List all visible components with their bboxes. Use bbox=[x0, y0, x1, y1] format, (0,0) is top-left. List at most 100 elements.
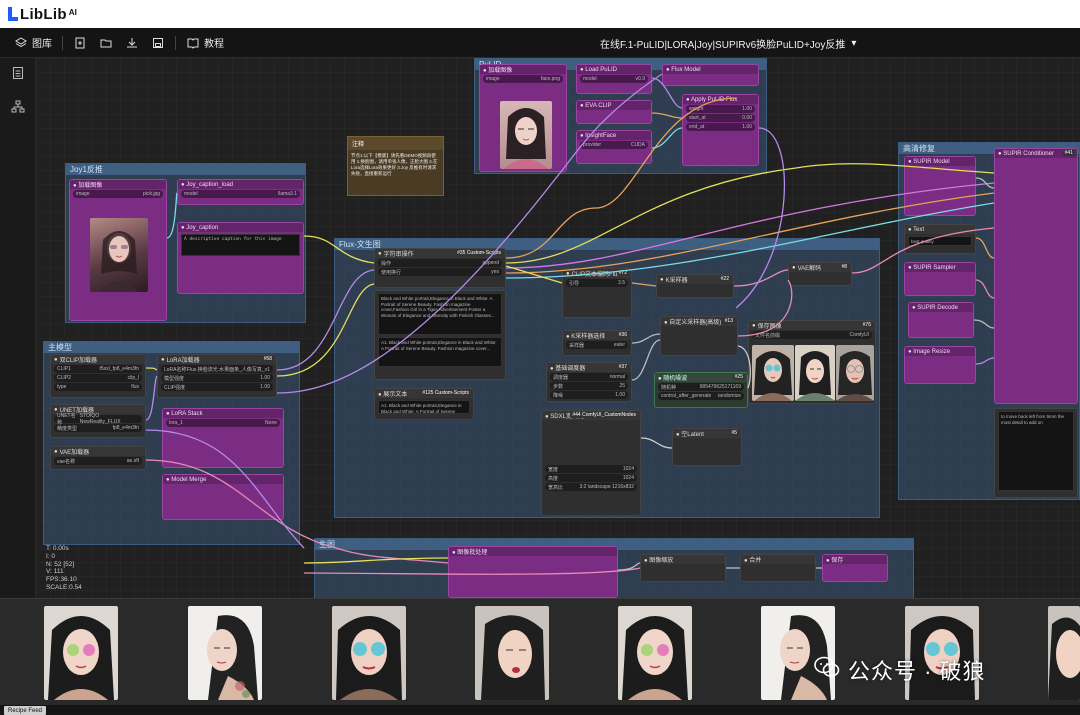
node-lora-stack[interactable]: ● LoRA Stack lora_1 None bbox=[162, 408, 284, 468]
node-supir-main[interactable]: #41 ● SUPIR Conditioner bbox=[994, 148, 1078, 404]
node-widget[interactable]: weight 1.00 bbox=[686, 105, 755, 113]
new-file-button[interactable] bbox=[67, 28, 93, 58]
node-id-badge: #37 bbox=[616, 364, 629, 370]
node-supir-4[interactable]: ● Image Resize bbox=[904, 346, 976, 384]
node-joy-caption-loader[interactable]: ● Joy_caption_load model llama3.1 bbox=[177, 179, 304, 205]
node-string-ops[interactable]: #35 Custom-Scripts ● 字符串操作 操作 append 使用换行… bbox=[374, 248, 506, 288]
node-title: 双CLIP加载器 bbox=[59, 358, 97, 364]
node-widget[interactable]: 使用换行 yes bbox=[378, 268, 502, 276]
liblib-logo[interactable]: LibLib AI bbox=[8, 6, 77, 23]
node-widget[interactable]: 精度类型 fp8_e4m3fn bbox=[54, 424, 142, 432]
node-widget[interactable]: CLIP强度 1.00 bbox=[161, 383, 273, 391]
node-bottom-3[interactable]: ● 合并 bbox=[740, 554, 816, 582]
node-apply-pulid[interactable]: ● Apply PuLID Flux weight 1.00 start_at 0.… bbox=[682, 94, 759, 166]
sidebar-docs-button[interactable] bbox=[0, 58, 36, 92]
node-bottom-4[interactable]: ● 保存 bbox=[822, 554, 888, 582]
node-widget[interactable]: type flux bbox=[54, 383, 142, 391]
node-eva-clip[interactable]: ● EVA CLIP bbox=[576, 100, 652, 124]
gallery-thumb[interactable] bbox=[618, 606, 692, 700]
node-joy-caption[interactable]: ● Joy_caption A descriptive caption for … bbox=[177, 222, 304, 294]
download-button[interactable] bbox=[119, 28, 145, 58]
prompt-input-2[interactable]: A1. Black and White portrait,Elegance in… bbox=[378, 337, 502, 367]
node-ksampler[interactable]: #22 ● K采样器 bbox=[656, 274, 734, 298]
node-widget[interactable]: LoRA名称 Flux.换脸流光.水果面条_人像写真_v1 bbox=[161, 365, 273, 373]
quality-input[interactable]: best quality bbox=[908, 236, 972, 246]
node-widget[interactable]: 宽度 1024 bbox=[545, 465, 637, 473]
node-sampler-select[interactable]: #36 ● K采样器选择 采样器 euler bbox=[562, 330, 632, 356]
node-widget[interactable]: model llama3.1 bbox=[181, 190, 300, 198]
node-pulid-loader[interactable]: ● Load PuLID model v0.9 bbox=[576, 64, 652, 94]
node-bottom-1[interactable]: ● 图像批处理 bbox=[448, 546, 618, 598]
node-id-badge: #72 bbox=[616, 270, 629, 276]
node-widget[interactable]: 宽高比 3:2 landscape 1216x832 bbox=[545, 483, 637, 491]
workflow-title-dropdown[interactable]: 在线F.1-PuLID|LORA|Joy|SUPIRv6换脸PuLID+Joy反… bbox=[600, 28, 856, 58]
node-widget[interactable]: 步数 25 bbox=[550, 382, 628, 390]
open-folder-button[interactable] bbox=[93, 28, 119, 58]
node-widget[interactable]: 高度 1024 bbox=[545, 474, 637, 482]
node-scheduler[interactable]: #37 ● 基础调度器 调度器 normal 步数 25 降噪 1.00 bbox=[546, 362, 632, 402]
recipe-feed-button[interactable]: Recipe Feed bbox=[4, 706, 47, 715]
node-save-image[interactable]: #76 ● 保存图像 文件名前缀 ComfyUI bbox=[748, 320, 876, 404]
node-clip-encode-flux[interactable]: #72 ● CLIP文本编码Flux 引导 3.5 bbox=[562, 268, 632, 318]
note-node[interactable]: 注释 节点1:以下【模版】请先看DEMO视频再使用 1.换脸图，请用单张人像，正… bbox=[347, 136, 444, 196]
gallery-thumb[interactable] bbox=[188, 606, 262, 700]
node-widget[interactable]: start_at 0.00 bbox=[686, 114, 755, 122]
node-custom-sampler-adv[interactable]: #13 ● 自定义采样器(高级) bbox=[660, 316, 738, 356]
node-widget[interactable]: CLIP1 t5xxl_fp8_e4m3fn bbox=[54, 365, 142, 373]
gallery-thumb[interactable] bbox=[475, 606, 549, 700]
node-prompt-text[interactable]: Black and White portrait,Elegance in Bla… bbox=[374, 290, 506, 380]
node-text-quality[interactable]: ● Text best quality bbox=[904, 224, 976, 254]
node-dual-clip[interactable]: ● 双CLIP加载器 CLIP1 t5xxl_fp8_e4m3fn CLIP2 cl… bbox=[50, 354, 146, 398]
node-widget[interactable]: provider CUDA bbox=[580, 141, 648, 149]
toolbar-divider bbox=[175, 35, 176, 50]
download-icon bbox=[125, 36, 139, 50]
prompt-input[interactable]: Black and White portrait,Elegance in Bla… bbox=[378, 293, 502, 335]
node-header: ● InsightFace bbox=[577, 131, 651, 140]
node-insightface[interactable]: ● InsightFace provider CUDA bbox=[576, 130, 652, 164]
node-random-noise[interactable]: #25 ● 随机噪波 随机种 985479625171169 control_af… bbox=[654, 372, 748, 408]
node-widget[interactable]: UNET名称 STOIQO NewReality_FLUX bbox=[54, 413, 142, 426]
node-widget[interactable]: lora_1 None bbox=[166, 419, 280, 427]
tutorial-button[interactable]: 教程 bbox=[180, 28, 230, 58]
workflow-canvas[interactable]: Joy1反推 ● 加载图像 image pick.jpg ● Joy_captio… bbox=[36, 58, 1080, 598]
node-widget[interactable]: 调度器 normal bbox=[550, 373, 628, 381]
node-supir-2[interactable]: ● SUPIR Sampler bbox=[904, 262, 976, 296]
node-widget[interactable]: 随机种 985479625171169 bbox=[658, 383, 744, 391]
node-widget[interactable]: 采样器 euler bbox=[566, 341, 628, 349]
node-vae-loader[interactable]: ● VAE加载器 vae名称 ae.sft bbox=[50, 446, 146, 470]
node-vae-decode[interactable]: #8 ● VAE解码 bbox=[788, 262, 852, 286]
node-face-image[interactable]: ● 加载图像 image face.png bbox=[479, 64, 567, 172]
node-widget[interactable]: vae名称 ae.sft bbox=[54, 457, 142, 465]
node-custom-latent[interactable]: #44 ComfyUI_CustomNodes ● SDXL宽高比 宽度 1024… bbox=[541, 410, 641, 516]
caption-output[interactable]: A descriptive caption for this image bbox=[181, 234, 300, 256]
node-model-merge[interactable]: ● Model Merge bbox=[162, 474, 284, 520]
gallery-thumb[interactable] bbox=[332, 606, 406, 700]
library-button[interactable]: 图库 bbox=[8, 28, 58, 58]
node-guider[interactable]: #5 ● 空Latent bbox=[672, 428, 742, 466]
node-widget[interactable]: 引导 3.5 bbox=[566, 279, 628, 287]
gallery-thumb[interactable] bbox=[44, 606, 118, 700]
node-output-text[interactable]: to move back left from 9mm the most deta… bbox=[994, 408, 1078, 498]
node-widget[interactable]: 操作 append bbox=[378, 259, 502, 267]
node-widget[interactable]: control_after_generate randomize bbox=[658, 392, 744, 400]
sidebar-nodes-button[interactable] bbox=[0, 92, 36, 126]
node-supir-1[interactable]: ● SUPIR Model bbox=[904, 156, 976, 216]
save-button[interactable] bbox=[145, 28, 171, 58]
gallery-thumb[interactable] bbox=[1048, 606, 1080, 700]
node-widget[interactable]: end_at 1.00 bbox=[686, 123, 755, 131]
node-widget[interactable]: 模型强度 1.00 bbox=[161, 374, 273, 382]
node-unet-loader[interactable]: ● UNET加载器 UNET名称 STOIQO NewReality_FLUX 精… bbox=[50, 404, 146, 438]
node-widget[interactable]: image pick.jpg bbox=[73, 190, 163, 198]
node-widget[interactable]: 降噪 1.00 bbox=[550, 391, 628, 399]
node-widget[interactable]: model v0.9 bbox=[580, 75, 648, 83]
node-title: 字符串操作 bbox=[383, 252, 414, 258]
node-lora-loader[interactable]: #58 ● LoRA加载器 LoRA名称 Flux.换脸流光.水果面条_人像写真_… bbox=[157, 354, 277, 398]
node-widget[interactable]: 文件名前缀 ComfyUI bbox=[752, 331, 872, 339]
node-supir-3[interactable]: ● SUPIR Decode bbox=[908, 302, 974, 338]
node-show-text[interactable]: #125 Custom-Scripts ● 展示文本 A1. Black and… bbox=[374, 388, 474, 420]
node-bottom-2[interactable]: ● 图像缩放 bbox=[640, 554, 726, 582]
node-model-loader[interactable]: ● Flux Model bbox=[662, 64, 759, 86]
node-load-image[interactable]: ● 加载图像 image pick.jpg bbox=[69, 179, 167, 321]
node-widget[interactable]: image face.png bbox=[483, 75, 563, 83]
node-widget[interactable]: CLIP2 clip_l bbox=[54, 374, 142, 382]
